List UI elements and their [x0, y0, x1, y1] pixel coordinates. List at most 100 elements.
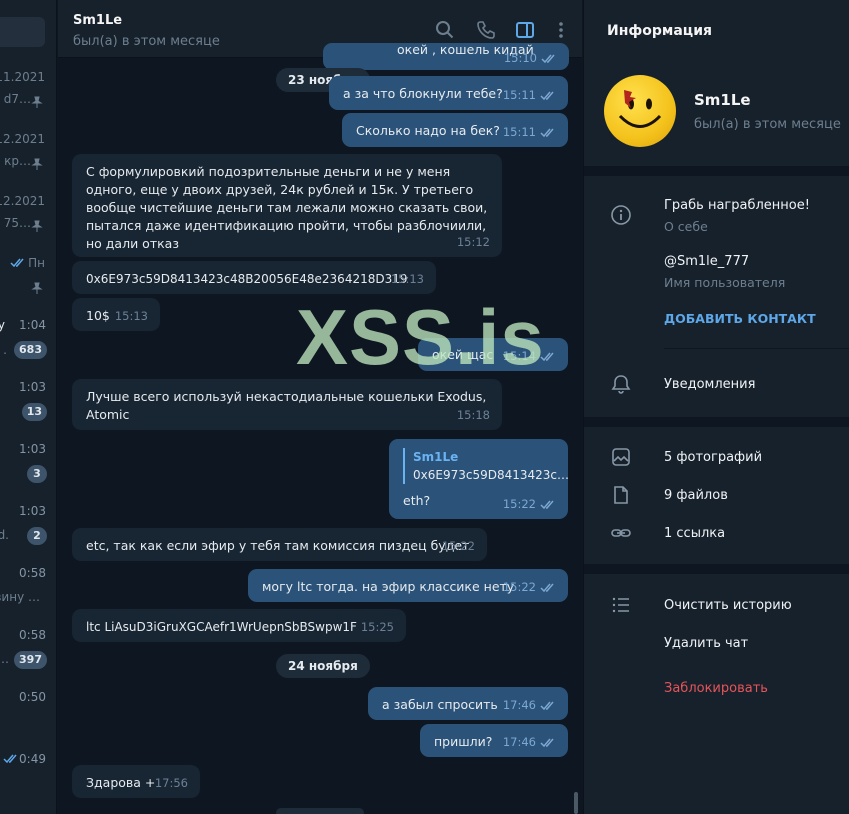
- profile-name: Sm1Le: [694, 91, 751, 109]
- chat-list-item[interactable]: 1:03 3: [0, 442, 56, 504]
- message-outgoing[interactable]: окей , кошель кидай 15:10: [323, 42, 569, 70]
- message-time: 17:46: [502, 698, 536, 712]
- chat-list-item[interactable]: 0:49: [0, 752, 56, 814]
- sidebar-toggle-icon[interactable]: [515, 20, 535, 40]
- add-contact-button[interactable]: ДОБАВИТЬ КОНТАКТ: [664, 311, 816, 326]
- avatar[interactable]: [604, 75, 676, 147]
- message-incoming[interactable]: 10$ 15:13: [72, 298, 160, 331]
- message-incoming[interactable]: 0x6E973c59D8413423c48B20056E48e2364218D3…: [72, 261, 436, 294]
- bell-icon: [611, 375, 631, 394]
- file-icon: [614, 486, 628, 504]
- list-icon: [612, 597, 629, 613]
- chat-date: 11.2021: [0, 70, 45, 84]
- date-separator-partial: [276, 808, 364, 814]
- delete-chat-button[interactable]: Удалить чат: [664, 636, 748, 651]
- search-input[interactable]: [0, 17, 45, 47]
- double-check-icon: [540, 91, 554, 100]
- message-outgoing[interactable]: Sm1Le 0x6E973c59D8413423c… eth? 15:22: [389, 439, 570, 519]
- photos-link[interactable]: 5 фотографий: [664, 450, 762, 465]
- unread-badge: 3: [27, 465, 47, 483]
- message-text: пришли?: [434, 734, 493, 749]
- username-text[interactable]: @Sm1le_777: [664, 254, 749, 269]
- message-incoming[interactable]: Лучше всего используй некастодиальные ко…: [72, 379, 502, 430]
- message-text: eth?: [403, 493, 431, 508]
- message-outgoing[interactable]: могу ltc тогда. на эфир классике нету 15…: [248, 569, 568, 602]
- message-time: 15:13: [390, 272, 424, 286]
- files-link[interactable]: 9 файлов: [664, 488, 728, 503]
- chat-list-item[interactable]: 0:50: [0, 690, 56, 752]
- divider: [664, 348, 849, 349]
- double-check-icon: [540, 583, 554, 592]
- chat-list-item[interactable]: 11.2021 d7…: [0, 70, 56, 132]
- links-link[interactable]: 1 ссылка: [664, 526, 725, 541]
- clear-history-button[interactable]: Очистить историю: [664, 598, 792, 613]
- chat-preview: 75…: [3, 216, 31, 230]
- message-text: могу ltc тогда. на эфир классике нету: [262, 579, 515, 594]
- message-time: 15:12: [456, 235, 490, 249]
- divider: [584, 166, 849, 176]
- chat-time: 0:49: [19, 752, 46, 766]
- message-text: Здарова +: [86, 775, 156, 790]
- message-outgoing[interactable]: а за что блокнули тебе? 15:11: [329, 76, 568, 110]
- message-text: а за что блокнули тебе?: [343, 86, 503, 101]
- username-label: Имя пользователя: [664, 275, 786, 290]
- message-time: 15:11: [502, 125, 536, 139]
- chat-time: 1:04: [19, 318, 46, 332]
- bio-label: О себе: [664, 219, 708, 234]
- message-time: 15:13: [114, 309, 148, 323]
- scrollbar[interactable]: [574, 792, 578, 814]
- chat-list-item[interactable]: Пн: [0, 256, 56, 318]
- phone-icon[interactable]: [476, 20, 496, 40]
- chat-time: 1:03: [19, 380, 46, 394]
- double-check-icon: [10, 258, 24, 268]
- watermark-text: XSS.is: [296, 293, 545, 381]
- pin-icon: [31, 220, 43, 232]
- double-check-icon: [540, 500, 554, 509]
- message-time: 17:46: [502, 735, 536, 749]
- message-outgoing[interactable]: а забыл спросить 17:46: [368, 687, 568, 720]
- chat-list-item[interactable]: 12.2021 кр…: [0, 132, 56, 194]
- message-text: а забыл спросить: [382, 697, 498, 712]
- message-text: 0x6E973c59D8413423c48B20056E48e2364218D3…: [86, 272, 408, 286]
- divider: [584, 564, 849, 574]
- chat-title[interactable]: Sm1Le: [73, 13, 122, 28]
- search-icon[interactable]: [435, 20, 455, 40]
- chat-list-item[interactable]: 0:58 вину …: [0, 566, 56, 628]
- chat-list-item[interactable]: 0:58 … 397: [0, 628, 56, 690]
- reply-text: 0x6E973c59D8413423c…: [413, 468, 570, 482]
- notifications-toggle[interactable]: Уведомления: [664, 377, 755, 392]
- chat-preview: d.: [0, 528, 9, 542]
- reply-author: Sm1Le: [413, 450, 459, 464]
- chat-list-item[interactable]: 12.2021 75…: [0, 194, 56, 256]
- date-separator: 24 ноября: [276, 654, 370, 678]
- message-incoming[interactable]: Здарова + 17:56: [72, 765, 200, 798]
- more-icon[interactable]: [551, 20, 571, 40]
- chat-list-item[interactable]: 1:03 d. 2: [0, 504, 56, 566]
- message-text: ltc LiAsuD3iGruXGCAefr1WrUepnSbBSwpw1F: [86, 620, 357, 634]
- message-incoming[interactable]: etc, так как если эфир у тебя там комисс…: [72, 528, 487, 561]
- unread-badge: 683: [14, 341, 47, 359]
- chat-list: 11.2021 d7… 12.2021 кр… 12.2021 75… Пн y…: [0, 0, 57, 814]
- chat-date: Пн: [28, 256, 45, 270]
- chat-list-item[interactable]: 1:03 13: [0, 380, 56, 442]
- photo-icon: [612, 448, 630, 466]
- message-outgoing[interactable]: Сколько надо на бек? 15:11: [342, 113, 568, 147]
- pin-icon: [31, 158, 43, 170]
- chat-time: 1:03: [19, 504, 46, 518]
- chat-time: 0:50: [19, 690, 46, 704]
- message-outgoing[interactable]: пришли? 17:46: [420, 724, 568, 757]
- double-check-icon: [541, 54, 555, 63]
- block-user-button[interactable]: Заблокировать: [664, 681, 768, 696]
- unread-badge: 397: [14, 651, 47, 669]
- chat-date: 12.2021: [0, 194, 45, 208]
- message-time: 15:22: [502, 497, 536, 511]
- info-panel: Информация Sm1Le был(а) в этом месяце Гр…: [583, 0, 849, 814]
- chat-list-item[interactable]: y 1:04 . 683: [0, 318, 56, 380]
- divider: [584, 417, 849, 427]
- double-check-icon: [540, 738, 554, 747]
- message-incoming[interactable]: ltc LiAsuD3iGruXGCAefr1WrUepnSbBSwpw1F 1…: [72, 609, 406, 642]
- message-incoming[interactable]: С формулировкий подозрительные деньги и …: [72, 154, 502, 257]
- unread-badge: 13: [21, 403, 47, 421]
- reply-quote[interactable]: Sm1Le 0x6E973c59D8413423c…: [403, 448, 570, 484]
- message-text: Сколько надо на бек?: [356, 123, 500, 138]
